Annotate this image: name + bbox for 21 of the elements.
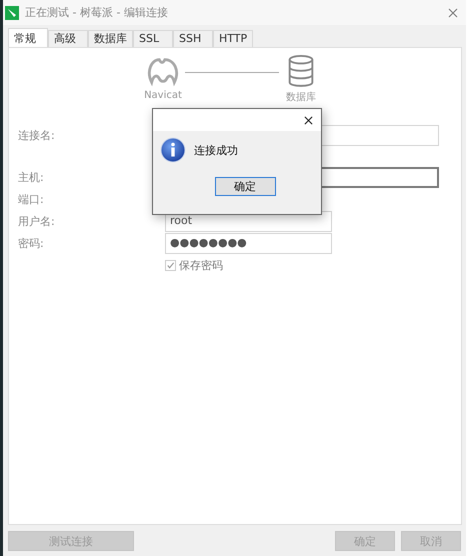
window-title: 正在测试 - 树莓派 - 编辑连接 <box>25 5 169 20</box>
field-label: 连接名: <box>17 128 56 142</box>
checkbox[interactable] <box>165 260 176 270</box>
node-label: 数据库 <box>286 90 316 104</box>
tab[interactable]: HTTP <box>213 30 254 47</box>
tab[interactable]: 数据库 <box>88 30 133 47</box>
info-icon <box>160 137 186 163</box>
field-label: 端口: <box>17 192 45 206</box>
confirm-button[interactable]: 确定 <box>214 177 276 196</box>
field-label: 用户名: <box>17 214 56 228</box>
checkbox-label: 保存密码 <box>179 258 223 272</box>
tab[interactable]: 常规 <box>8 28 48 47</box>
dialog-message: 连接成功 <box>194 142 238 158</box>
tab[interactable]: SSL <box>133 30 173 47</box>
close-icon[interactable] <box>304 116 313 124</box>
input-field[interactable]: ●●●●●●●● <box>165 232 332 254</box>
field-label: 密码: <box>17 236 45 250</box>
tab[interactable]: SSH <box>173 30 213 47</box>
field-label: 主机: <box>17 170 45 184</box>
node-label: Navicat <box>144 90 182 101</box>
tab[interactable]: 高级 <box>48 30 88 47</box>
